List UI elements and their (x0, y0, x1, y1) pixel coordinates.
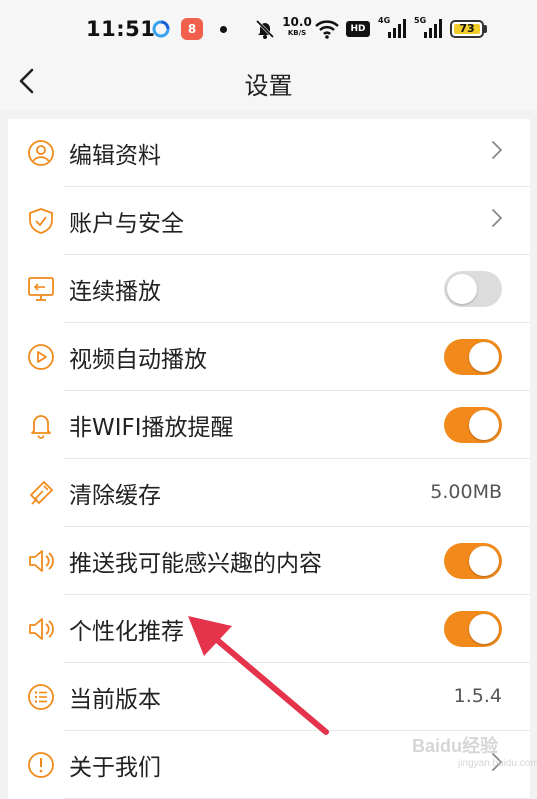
watermark: Baidu经验 jingyan.baidu.com (412, 732, 537, 776)
setting-row-5[interactable]: 非WIFI播放提醒 (8, 391, 530, 459)
network-speed-unit: KB/S (287, 29, 307, 37)
setting-label: 连续播放 (69, 279, 161, 305)
setting-row-8[interactable]: 个性化推荐 (8, 595, 530, 663)
bell-muted-icon (255, 19, 275, 39)
chevron-right-icon[interactable] (490, 207, 504, 229)
shield-icon (29, 208, 53, 234)
setting-row-9[interactable]: 当前版本 1.5.4 (8, 663, 530, 731)
toggle-knob (469, 614, 499, 644)
setting-label: 编辑资料 (69, 143, 161, 169)
toggle-knob (469, 342, 499, 372)
toggle-knob (447, 274, 477, 304)
user-icon (28, 140, 54, 166)
page-title: 设置 (244, 72, 293, 100)
bell-icon (31, 415, 51, 439)
setting-row-2[interactable]: 账户与安全 (8, 187, 530, 255)
battery-percent: 73 (459, 22, 475, 35)
sim1-network-type: 4G (378, 16, 391, 25)
list-icon (28, 684, 54, 710)
toggle-knob (469, 410, 499, 440)
toggle-knob (469, 546, 499, 576)
setting-row-3[interactable]: 连续播放 (8, 255, 530, 323)
setting-value: 5.00MB (430, 481, 502, 503)
status-bar: 11:51 8 10.0 KB/S HD 4G 5G 73 (0, 0, 537, 56)
toggle-switch[interactable] (444, 271, 502, 307)
sim2-network-type: 5G (414, 16, 427, 25)
play-circle-icon (28, 344, 54, 370)
setting-row-4[interactable]: 视频自动播放 (8, 323, 530, 391)
app-badge-icon: 8 (181, 18, 203, 40)
monitor-icon (28, 277, 54, 301)
toggle-switch[interactable] (444, 407, 502, 443)
chevron-right-icon[interactable] (490, 139, 504, 161)
network-speed-value: 10.0 (282, 15, 312, 29)
watermark-url: jingyan.baidu.com (458, 758, 537, 769)
hd-voice-icon: HD (346, 21, 370, 37)
watermark-brand: Baidu经验 (412, 736, 499, 756)
setting-label: 视频自动播放 (69, 347, 207, 373)
toggle-switch[interactable] (444, 543, 502, 579)
info-icon (28, 752, 54, 778)
speaker-icon (29, 618, 54, 640)
setting-label: 关于我们 (69, 755, 161, 781)
battery-cap (484, 25, 487, 33)
setting-label: 推送我可能感兴趣的内容 (69, 551, 322, 577)
app-header: 设置 (0, 56, 537, 110)
app-ring-icon (152, 20, 170, 38)
setting-label: 清除缓存 (69, 483, 161, 509)
setting-label: 个性化推荐 (69, 619, 184, 645)
toggle-switch[interactable] (444, 339, 502, 375)
wifi-icon (315, 20, 339, 39)
toggle-switch[interactable] (444, 611, 502, 647)
setting-label: 账户与安全 (69, 211, 184, 237)
setting-row-1[interactable]: 编辑资料 (8, 119, 530, 187)
speaker-icon (29, 550, 54, 572)
battery-icon: 73 (450, 20, 484, 38)
broom-icon (29, 480, 54, 505)
setting-row-6[interactable]: 清除缓存 5.00MB (8, 459, 530, 527)
setting-value: 1.5.4 (453, 685, 502, 707)
status-time: 11:51 (86, 17, 156, 41)
setting-label: 非WIFI播放提醒 (69, 415, 234, 441)
setting-label: 当前版本 (69, 687, 161, 713)
settings-list: 编辑资料账户与安全连续播放视频自动播放非WIFI播放提醒 清除缓存 5.00MB 推送… (8, 119, 530, 799)
notification-dot-icon (220, 26, 227, 33)
setting-row-7[interactable]: 推送我可能感兴趣的内容 (8, 527, 530, 595)
network-speed: 10.0 KB/S (282, 16, 312, 38)
